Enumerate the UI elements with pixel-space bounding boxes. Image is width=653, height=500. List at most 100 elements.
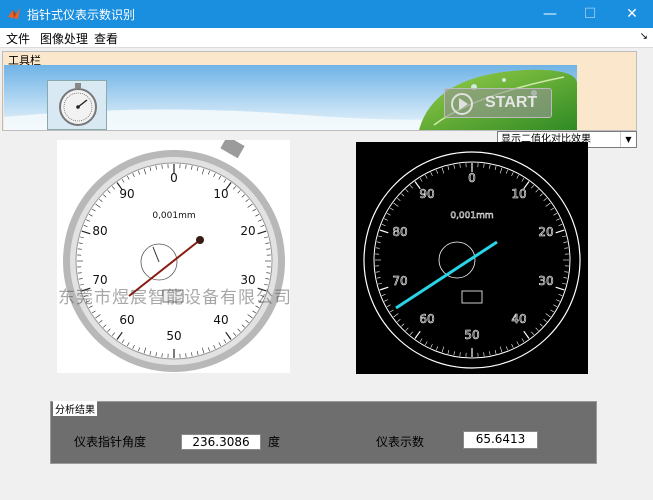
dial-label-50: 50 — [166, 329, 181, 343]
menu-file[interactable]: 文件 — [6, 30, 30, 47]
close-button[interactable]: ✕ — [612, 0, 652, 28]
dial-tick — [555, 286, 565, 291]
dial-tick — [384, 299, 388, 302]
dial-tick — [539, 323, 543, 327]
dial-tick — [545, 313, 551, 318]
dial-tick — [453, 164, 455, 169]
reading-label: 仪表示数 — [376, 435, 425, 449]
minimize-button[interactable]: — — [530, 0, 570, 28]
title-bar: 指针式仪表示数识别 — ☐ ✕ — [0, 0, 653, 28]
dial-tick — [489, 164, 491, 169]
dial-tick — [499, 346, 503, 353]
dial-tick — [543, 197, 547, 201]
dial-tick — [489, 351, 491, 356]
dial-tick — [441, 167, 445, 174]
dial-tick — [558, 224, 563, 227]
dial-tick — [521, 338, 525, 343]
dial-tick — [453, 351, 455, 356]
dial-label-90: 90 — [119, 187, 134, 201]
dial-tick — [521, 177, 525, 182]
dial-label-60: 60 — [119, 313, 134, 327]
dial-tick — [556, 218, 560, 221]
gauge-thumbnail-button[interactable] — [47, 80, 107, 130]
dial-tick — [376, 277, 381, 279]
bin-label-20: 20 — [538, 225, 553, 239]
dial-tick — [425, 174, 428, 179]
dial-tick — [379, 229, 389, 234]
dial-tick — [564, 247, 569, 249]
dial-tick — [563, 241, 568, 243]
dial-tick — [531, 331, 535, 335]
dial-tick — [447, 350, 450, 355]
results-panel: 分析结果 仪表指针角度 236.3086 度 仪表示数 65.6413 — [50, 401, 597, 464]
dial-tick — [563, 277, 568, 279]
menu-view[interactable]: 查看 — [94, 30, 118, 47]
menu-image-processing[interactable]: 图像处理 — [40, 30, 88, 47]
dial-tick — [393, 313, 399, 318]
bin-label-60: 60 — [419, 312, 434, 326]
chevron-down-icon[interactable]: ▼ — [620, 132, 636, 147]
binarized-gauge-image: 0 10 20 30 40 50 60 70 80 90 0,001mm — [356, 142, 588, 374]
dial-tick — [375, 247, 380, 249]
dial-tick — [550, 309, 555, 313]
dial-tick — [386, 304, 391, 307]
dial-tick — [409, 185, 413, 189]
dial-tick — [555, 229, 565, 234]
bin-dial-unit: 0,001mm — [450, 211, 493, 221]
dial-tick — [375, 271, 380, 273]
maximize-button[interactable]: ☐ — [570, 0, 610, 28]
dial-tick — [441, 346, 445, 353]
start-button[interactable]: START — [444, 88, 552, 118]
dial-tick — [550, 207, 555, 211]
dial-label-80: 80 — [92, 224, 107, 238]
angle-value-field[interactable]: 236.3086 — [181, 434, 261, 450]
dial-tick — [376, 241, 381, 243]
dial-tick — [389, 309, 394, 313]
dial-tick — [499, 167, 503, 174]
matlab-icon — [8, 8, 20, 19]
bin-label-30: 30 — [538, 274, 553, 288]
dial-tick — [381, 293, 386, 296]
dial-tick — [414, 330, 421, 339]
dial-tick — [379, 286, 389, 291]
play-icon — [451, 93, 473, 115]
dial-tick — [516, 341, 519, 346]
dial-tick — [430, 172, 433, 176]
original-gauge: 0 10 20 30 40 50 60 70 80 90 0,001mm — [63, 140, 285, 372]
dial-tick — [494, 350, 497, 355]
dial-tick — [384, 218, 388, 221]
dial-tick — [401, 193, 405, 197]
bin-label-40: 40 — [511, 312, 526, 326]
dial-tick — [553, 213, 558, 216]
dial-label-40: 40 — [213, 313, 228, 327]
dial-tick — [377, 235, 382, 238]
dial-tick — [545, 202, 551, 207]
dial-tick — [436, 169, 439, 174]
dial-tick — [397, 197, 401, 201]
dial-tick — [447, 165, 450, 170]
original-gauge-image: 0 10 20 30 40 50 60 70 80 90 0,001mm — [57, 140, 290, 373]
results-group-label: 分析结果 — [53, 401, 97, 416]
dial-tick — [558, 293, 563, 296]
bin-label-80: 80 — [392, 225, 407, 239]
dial-tick — [381, 224, 386, 227]
dial-tick — [556, 299, 560, 302]
dial-unit: 0,001mm — [152, 211, 195, 221]
dock-arrow-icon[interactable]: ↘ — [640, 31, 648, 42]
menu-bar: 文件 图像处理 查看 ↘ — [0, 28, 653, 48]
dial-tick — [505, 169, 508, 174]
bin-label-50: 50 — [464, 328, 479, 342]
dial-tick — [562, 235, 567, 238]
dial-tick — [436, 346, 439, 351]
dial-tick — [553, 304, 558, 307]
angle-unit: 度 — [268, 435, 281, 449]
bin-label-0: 0 — [468, 171, 476, 185]
dial-tick — [505, 346, 508, 351]
dial-tick — [405, 327, 409, 331]
window-title: 指针式仪表示数识别 — [27, 8, 136, 22]
dial-tick — [483, 163, 485, 168]
reading-value-field[interactable]: 65.6413 — [463, 431, 538, 449]
dial-tick — [511, 172, 514, 176]
dial-tick — [377, 282, 382, 285]
dial-tick — [401, 323, 405, 327]
